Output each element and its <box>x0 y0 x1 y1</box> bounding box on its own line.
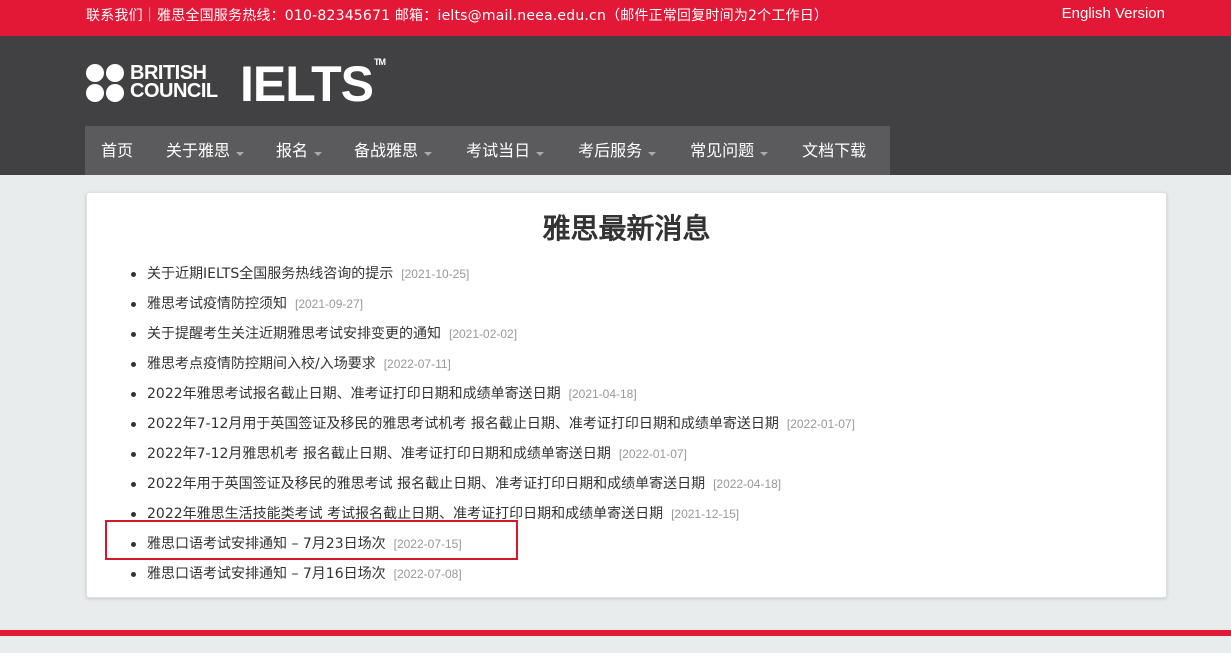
contact-info: 联系我们｜雅思全国服务热线：010-82345671 邮箱：ielts@mail… <box>86 8 829 24</box>
news-item: 关于提醒考生关注近期雅思考试安排变更的通知 [2021-02-02] <box>131 319 855 349</box>
news-date: [2021-09-27] <box>295 297 364 311</box>
news-link[interactable]: 雅思口语考试安排通知 – 7月16日场次 <box>147 566 386 582</box>
news-link[interactable]: 2022年雅思考试报名截止日期、准考证打印日期和成绩单寄送日期 <box>147 386 561 402</box>
news-date: [2022-01-07] <box>786 417 855 431</box>
site-header: BRITISH COUNCIL IELTSTM 首页 关于雅思 报名 备战雅思 … <box>0 36 1231 175</box>
nav-downloads[interactable]: 文档下载 <box>768 126 866 175</box>
news-date: [2022-01-07] <box>618 447 687 461</box>
news-link[interactable]: 2022年7-12月雅思机考 报名截止日期、准考证打印日期和成绩单寄送日期 <box>147 446 611 462</box>
chevron-down-icon <box>648 151 657 156</box>
chevron-down-icon <box>760 151 769 156</box>
nav-after-test[interactable]: 考后服务 <box>544 126 657 175</box>
nav-home[interactable]: 首页 <box>85 126 133 175</box>
news-link[interactable]: 2022年7-12月用于英国签证及移民的雅思考试机考 报名截止日期、准考证打印日… <box>147 416 779 432</box>
news-link[interactable]: 关于提醒考生关注近期雅思考试安排变更的通知 <box>147 326 441 342</box>
news-item: 雅思口语考试安排通知 – 7月16日场次 [2022-07-08] <box>131 559 855 589</box>
news-date: [2021-12-15] <box>671 507 740 521</box>
news-date: [2021-04-18] <box>568 387 637 401</box>
news-item: 雅思考点疫情防控期间入校/入场要求 [2022-07-11] <box>131 349 855 379</box>
main-nav: 首页 关于雅思 报名 备战雅思 考试当日 考后服务 常见问题 文档下载 <box>85 126 890 175</box>
top-contact-bar: 联系我们｜雅思全国服务热线：010-82345671 邮箱：ielts@mail… <box>0 0 1231 36</box>
news-date: [2021-10-25] <box>401 267 470 281</box>
nav-registration[interactable]: 报名 <box>244 126 323 175</box>
chevron-down-icon <box>314 151 323 156</box>
news-item: 2022年7-12月用于英国签证及移民的雅思考试机考 报名截止日期、准考证打印日… <box>131 409 855 439</box>
british-council-dots-icon <box>86 64 126 102</box>
nav-preparation[interactable]: 备战雅思 <box>322 126 433 175</box>
news-link[interactable]: 雅思考点疫情防控期间入校/入场要求 <box>147 356 376 372</box>
nav-faq[interactable]: 常见问题 <box>656 126 769 175</box>
ielts-logo[interactable]: IELTSTM <box>240 56 386 112</box>
chevron-down-icon <box>236 151 245 156</box>
british-council-wordmark: BRITISH COUNCIL <box>130 62 218 102</box>
page-title: 雅思最新消息 <box>542 212 711 245</box>
news-date: [2022-07-08] <box>393 567 462 581</box>
news-item: 关于近期IELTS全国服务热线咨询的提示 [2021-10-25] <box>131 259 855 289</box>
news-link[interactable]: 关于近期IELTS全国服务热线咨询的提示 <box>147 266 393 282</box>
nav-about-ielts[interactable]: 关于雅思 <box>133 126 245 175</box>
news-item: 2022年雅思考试报名截止日期、准考证打印日期和成绩单寄送日期 [2021-04-… <box>131 379 855 409</box>
news-item: 2022年用于英国签证及移民的雅思考试 报名截止日期、准考证打印日期和成绩单寄送… <box>131 469 855 499</box>
nav-test-day[interactable]: 考试当日 <box>432 126 545 175</box>
highlight-box <box>105 520 518 560</box>
footer-divider <box>0 630 1231 636</box>
news-date: [2022-07-11] <box>383 357 451 371</box>
chevron-down-icon <box>536 151 545 156</box>
news-date: [2022-04-18] <box>713 477 782 491</box>
english-version-link[interactable]: English Version <box>1062 5 1165 22</box>
chevron-down-icon <box>424 151 433 156</box>
news-item: 2022年7-12月雅思机考 报名截止日期、准考证打印日期和成绩单寄送日期 [20… <box>131 439 855 469</box>
news-item: 雅思考试疫情防控须知 [2021-09-27] <box>131 289 855 319</box>
news-link[interactable]: 雅思考试疫情防控须知 <box>147 296 287 312</box>
british-council-logo[interactable]: BRITISH COUNCIL <box>86 62 220 102</box>
news-link[interactable]: 2022年用于英国签证及移民的雅思考试 报名截止日期、准考证打印日期和成绩单寄送… <box>147 476 705 492</box>
news-date: [2021-02-02] <box>449 327 518 341</box>
